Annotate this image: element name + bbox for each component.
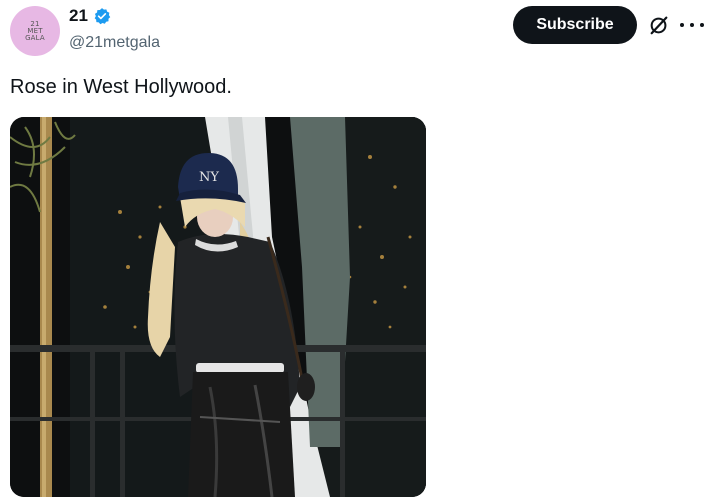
post-text: Rose in West Hollywood. bbox=[10, 76, 232, 98]
verified-badge-icon[interactable] bbox=[93, 7, 111, 25]
dot bbox=[700, 23, 704, 27]
author-name-row: 21 bbox=[69, 6, 111, 26]
more-options-icon[interactable] bbox=[680, 14, 704, 36]
grok-icon[interactable] bbox=[648, 14, 670, 36]
cap-logo-text: NY bbox=[199, 170, 219, 185]
author-display-name[interactable]: 21 bbox=[69, 6, 88, 26]
photo-illustration: NY bbox=[10, 117, 426, 497]
author-handle[interactable]: @21metgala bbox=[69, 34, 160, 52]
post-photo[interactable]: NY bbox=[10, 117, 426, 497]
avatar-text-line: GALA bbox=[25, 33, 45, 42]
avatar[interactable]: 21 MET GALA bbox=[10, 6, 60, 56]
subscribe-button[interactable]: Subscribe bbox=[513, 6, 637, 44]
dot bbox=[680, 23, 684, 27]
dot bbox=[690, 23, 694, 27]
